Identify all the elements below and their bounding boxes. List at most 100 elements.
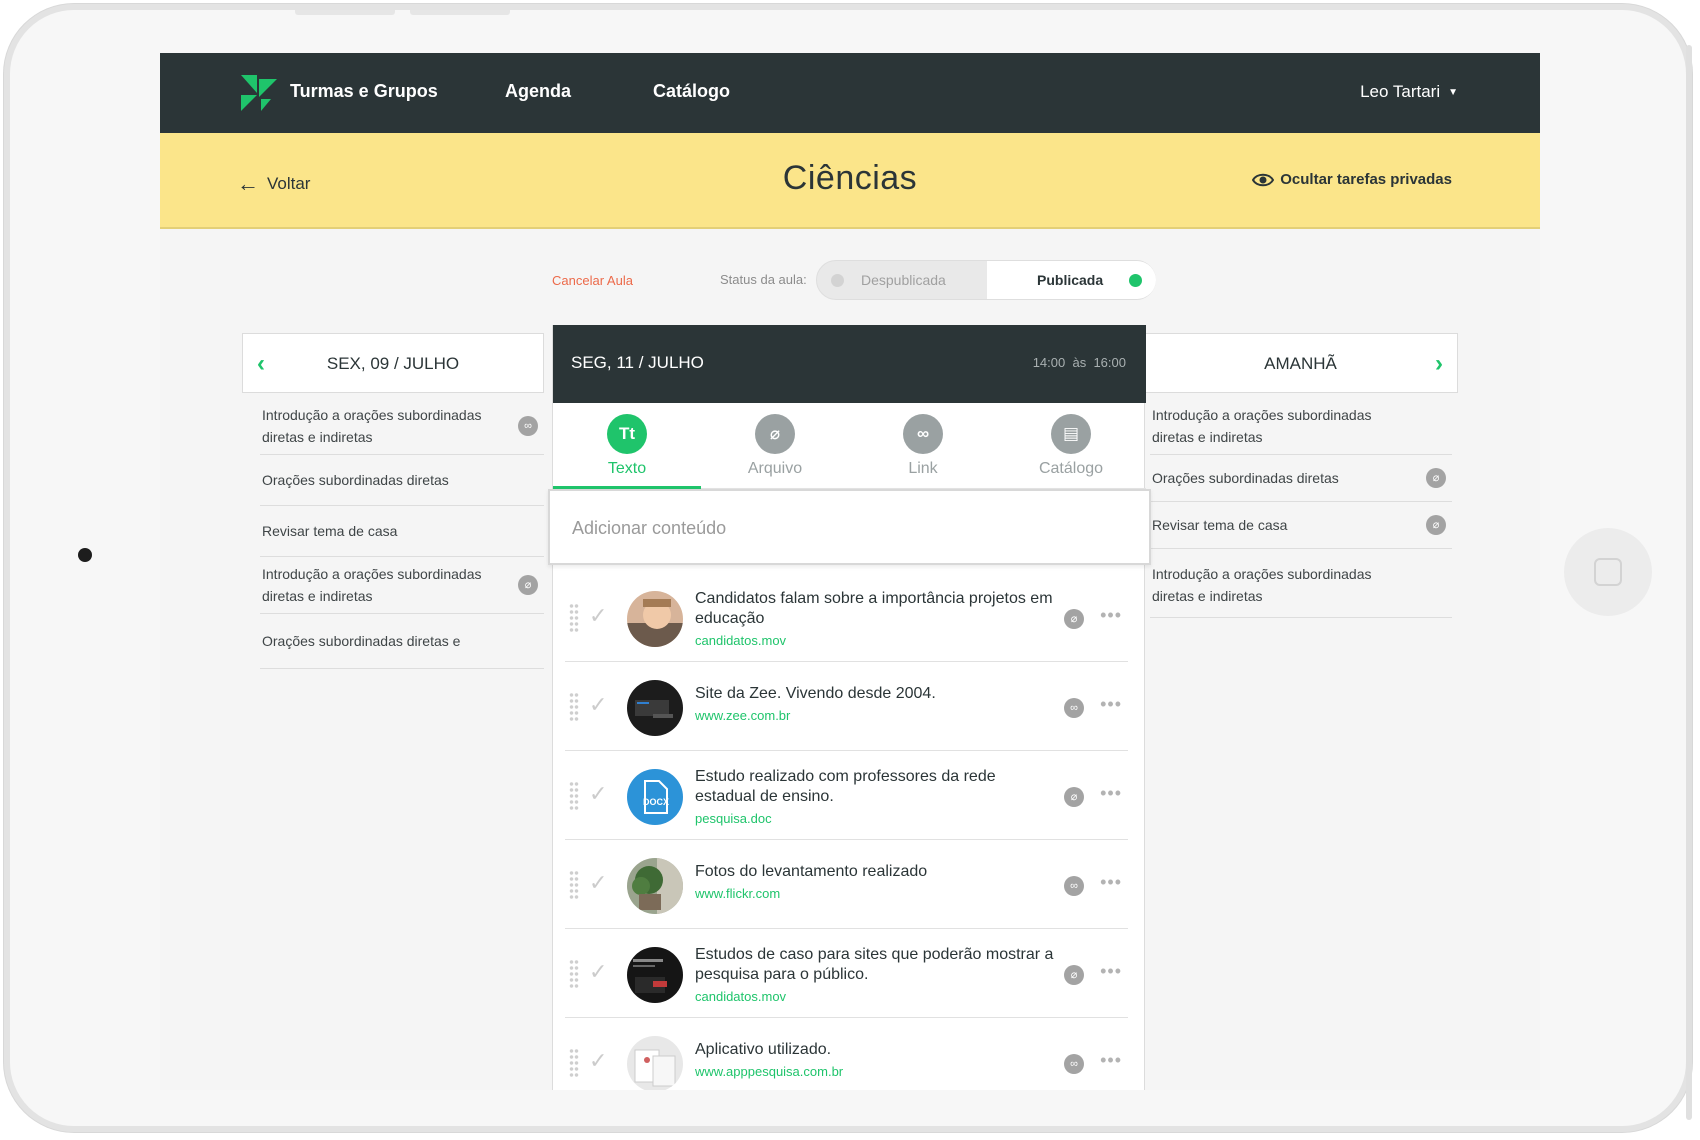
more-options-icon[interactable]: •••	[1100, 605, 1122, 626]
book-icon: ▤	[1051, 414, 1091, 454]
class-header: ← Voltar Ciências Ocultar tarefas privada…	[160, 133, 1540, 229]
status-unpublished-option[interactable]: Despublicada	[817, 261, 987, 299]
add-content-box	[548, 489, 1151, 565]
nav-catalogo[interactable]: Catálogo	[653, 81, 730, 102]
check-icon[interactable]: ✓	[589, 692, 607, 718]
next-day-title: AMANHÃ	[1264, 354, 1337, 373]
drag-handle-icon[interactable]	[569, 1048, 579, 1078]
previous-day-list: Introdução a orações subordinadas direta…	[260, 398, 544, 669]
list-item-text: Introdução a orações subordinadas direta…	[1152, 407, 1372, 445]
app-screen: Turmas e Grupos Agenda Catálogo Leo Tart…	[160, 53, 1540, 1090]
status-off-label: Despublicada	[861, 272, 946, 288]
text-icon: Tt	[607, 414, 647, 454]
thumbnail-docx-icon: DOCX	[627, 769, 683, 825]
list-item[interactable]: Orações subordinadas diretas ⌀	[1150, 455, 1452, 502]
tab-texto[interactable]: Tt Texto	[553, 403, 701, 490]
list-item[interactable]: Introdução a orações subordinadas direta…	[260, 398, 544, 455]
status-published-option[interactable]: Publicada	[987, 261, 1156, 299]
link-icon: ∞	[1064, 1054, 1084, 1074]
content-item-title: Candidatos falam sobre a importância pro…	[695, 590, 1053, 627]
content-item[interactable]: ✓ Candidatos falam sobre a importância p…	[565, 573, 1128, 662]
tablet-top-button	[410, 10, 510, 15]
content-item[interactable]: ✓ Aplicativo utilizado. www.apppesquisa.…	[565, 1018, 1128, 1090]
tab-arquivo[interactable]: ⌀ Arquivo	[701, 403, 849, 489]
link-icon: ∞	[903, 414, 943, 454]
content-item-title: Site da Zee. Vivendo desde 2004.	[695, 685, 936, 702]
drag-handle-icon[interactable]	[569, 603, 579, 633]
list-item[interactable]: Orações subordinadas diretas e	[260, 614, 544, 669]
eye-icon	[1252, 173, 1275, 187]
paperclip-icon: ⌀	[1064, 609, 1084, 629]
content-item-title: Fotos do levantamento realizado	[695, 863, 928, 880]
list-item[interactable]: Revisar tema de casa	[260, 506, 544, 557]
check-icon[interactable]: ✓	[589, 870, 607, 896]
more-options-icon[interactable]: •••	[1100, 694, 1122, 715]
content-item[interactable]: ✓ DOCX Estudo realizado com professores …	[565, 751, 1128, 840]
list-item-text: Orações subordinadas diretas	[1152, 470, 1339, 486]
content-item[interactable]: ✓ Fotos do levantamento realizado www.fl…	[565, 840, 1128, 929]
content-item-link[interactable]: www.zee.com.br	[695, 708, 790, 723]
tab-label: Arquivo	[747, 460, 803, 477]
content-item[interactable]: ✓ Estudos de caso para sites que poderão…	[565, 929, 1128, 1018]
content-item-title: Aplicativo utilizado.	[695, 1041, 832, 1058]
status-dot-on	[1129, 274, 1142, 287]
add-content-input[interactable]	[572, 513, 1112, 543]
check-icon[interactable]: ✓	[589, 1048, 607, 1074]
thumbnail-child-photo	[627, 591, 683, 647]
thumbnail-website	[627, 947, 683, 1003]
thumbnail-plant-photo	[627, 858, 683, 914]
tab-catalogo[interactable]: ▤ Catálogo	[997, 403, 1145, 489]
home-button[interactable]	[1564, 528, 1652, 616]
tab-link[interactable]: ∞ Link	[849, 403, 997, 489]
link-icon: ∞	[1064, 698, 1084, 718]
previous-day-title: SEX, 09 / JULHO	[326, 354, 460, 373]
class-status-toggle[interactable]: Despublicada Publicada	[816, 260, 1156, 300]
paperclip-icon: ⌀	[1426, 515, 1446, 535]
content-item-link[interactable]: pesquisa.doc	[695, 811, 772, 826]
next-day-card: AMANHÃ ›	[1143, 333, 1458, 393]
content-item-link[interactable]: www.flickr.com	[695, 886, 780, 901]
content-item-link[interactable]: candidatos.mov	[695, 633, 786, 648]
thumbnail-website	[627, 680, 683, 736]
hide-private-tasks-toggle[interactable]: Ocultar tarefas privadas	[1252, 171, 1452, 188]
more-options-icon[interactable]: •••	[1100, 961, 1122, 982]
brand-logo-icon[interactable]	[241, 75, 277, 111]
content-item-link[interactable]: www.apppesquisa.com.br	[695, 1064, 843, 1079]
list-item[interactable]: Introdução a orações subordinadas direta…	[260, 557, 544, 614]
check-icon[interactable]: ✓	[589, 781, 607, 807]
list-item[interactable]: Revisar tema de casa ⌀	[1150, 502, 1452, 549]
list-item[interactable]: Introdução a orações subordinadas direta…	[1150, 549, 1452, 618]
more-options-icon[interactable]: •••	[1100, 783, 1122, 804]
list-item-text: Revisar tema de casa	[262, 523, 398, 539]
check-icon[interactable]: ✓	[589, 959, 607, 985]
thumbnail-app-screens	[627, 1036, 683, 1090]
cancel-class-link[interactable]: Cancelar Aula	[552, 273, 633, 288]
content-type-tabs: Tt Texto ⌀ Arquivo ∞ Link ▤ Catálogo	[553, 403, 1146, 490]
drag-handle-icon[interactable]	[569, 959, 579, 989]
chevron-right-icon[interactable]: ›	[1435, 350, 1443, 378]
class-status-label: Status da aula:	[720, 272, 807, 287]
list-item[interactable]: Introdução a orações subordinadas direta…	[1150, 398, 1452, 455]
list-item[interactable]: Orações subordinadas diretas	[260, 455, 544, 506]
nav-agenda[interactable]: Agenda	[505, 81, 571, 102]
tablet-top-button	[295, 10, 395, 15]
tab-label: Texto	[607, 460, 647, 477]
link-icon: ∞	[518, 416, 538, 436]
check-icon[interactable]: ✓	[589, 603, 607, 629]
current-day-panel: SEG, 11 / JULHO 14:00 às 16:00 Tt Texto …	[548, 325, 1151, 1090]
paperclip-icon: ⌀	[518, 575, 538, 595]
more-options-icon[interactable]: •••	[1100, 872, 1122, 893]
drag-handle-icon[interactable]	[569, 781, 579, 811]
list-item-text: Orações subordinadas diretas e	[262, 633, 461, 649]
list-item-text: Introdução a orações subordinadas direta…	[262, 407, 482, 445]
content-item[interactable]: ✓ Site da Zee. Vivendo desde 2004. www.z…	[565, 662, 1128, 751]
user-menu[interactable]: Leo Tartari ▼	[1360, 82, 1458, 102]
content-item-link[interactable]: candidatos.mov	[695, 989, 786, 1004]
more-options-icon[interactable]: •••	[1100, 1050, 1122, 1071]
drag-handle-icon[interactable]	[569, 870, 579, 900]
tablet-side-edge	[1686, 45, 1692, 1120]
drag-handle-icon[interactable]	[569, 692, 579, 722]
tab-label: Catálogo	[1038, 460, 1104, 477]
content-item-title: Estudo realizado com professores da rede…	[695, 768, 996, 805]
nav-turmas-grupos[interactable]: Turmas e Grupos	[290, 81, 438, 102]
